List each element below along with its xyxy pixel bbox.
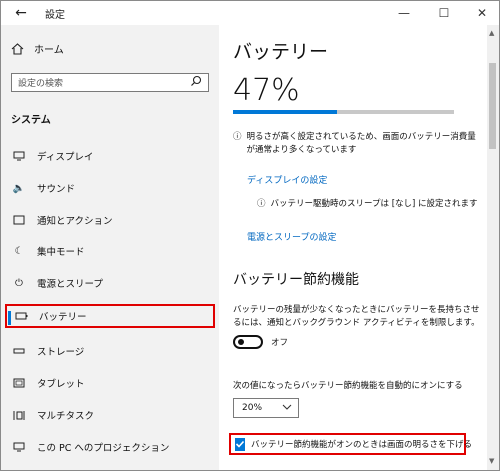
chevron-down-icon xyxy=(282,404,292,410)
sidebar-item-label: 通知とアクション xyxy=(37,216,113,227)
sidebar: ホーム 設定の検索 システム ディスプレイ 🔈 サウンド 通知とアクション ☾ … xyxy=(1,25,219,470)
auto-on-threshold-select[interactable]: 20% xyxy=(233,398,299,418)
selection-indicator xyxy=(8,311,11,325)
speaker-icon: 🔈 xyxy=(12,182,26,194)
sidebar-item-focus[interactable]: ☾ 集中モード xyxy=(5,238,215,264)
sidebar-item-sound[interactable]: 🔈 サウンド xyxy=(5,175,215,201)
home-nav[interactable]: ホーム xyxy=(11,41,64,56)
title-bar: ← 設定 — ☐ ✕ xyxy=(1,1,499,25)
battery-progress-bar xyxy=(233,110,454,114)
sidebar-item-label: バッテリー xyxy=(39,312,87,323)
sidebar-item-label: この PC へのプロジェクション xyxy=(37,443,170,454)
sidebar-item-projection[interactable]: この PC へのプロジェクション xyxy=(5,434,215,460)
battery-saver-description: バッテリーの残量が少なくなったときにバッテリーを長持ちさせるには、通知とバックグ… xyxy=(233,305,480,328)
notification-icon xyxy=(11,212,27,228)
moon-icon: ☾ xyxy=(14,245,24,257)
sleep-info-text: バッテリー駆動時のスリープは [なし] に設定されます xyxy=(270,199,478,209)
power-sleep-settings-link[interactable]: 電源とスリープの設定 xyxy=(247,230,336,243)
sidebar-item-label: ディスプレイ xyxy=(37,152,94,163)
lower-brightness-checkbox[interactable] xyxy=(235,437,245,451)
display-icon xyxy=(11,148,27,164)
info-icon: ⓘ xyxy=(257,199,266,209)
scrollbar-thumb[interactable] xyxy=(489,63,496,149)
close-icon[interactable]: ✕ xyxy=(467,3,497,23)
lower-brightness-option[interactable]: バッテリー節約機能がオンのときは画面の明るさを下げる xyxy=(229,433,472,455)
settings-window: ← 設定 — ☐ ✕ ホーム 設定の検索 システム ディスプレイ 🔈 サウンド … xyxy=(0,0,500,471)
sidebar-item-label: 電源とスリープ xyxy=(37,279,103,290)
window-title: 設定 xyxy=(45,10,65,21)
toggle-state-label: オフ xyxy=(271,338,289,348)
checkmark-icon xyxy=(235,440,245,448)
tablet-icon xyxy=(11,375,27,391)
lower-brightness-label: バッテリー節約機能がオンのときは画面の明るさを下げる xyxy=(251,440,473,450)
section-label-system: システム xyxy=(11,115,51,126)
home-icon xyxy=(11,42,24,55)
sidebar-item-tablet[interactable]: タブレット xyxy=(5,370,215,396)
sidebar-item-display[interactable]: ディスプレイ xyxy=(5,143,215,169)
sidebar-item-multitask[interactable]: マルチタスク xyxy=(5,402,215,428)
sidebar-item-label: 集中モード xyxy=(37,247,85,258)
projection-icon xyxy=(11,439,27,455)
minimize-icon[interactable]: — xyxy=(389,3,419,23)
search-icon xyxy=(191,75,202,86)
maximize-icon[interactable]: ☐ xyxy=(429,3,459,23)
brightness-warning-text: 明るさが高く設定されているため、画面のバッテリー消費量が通常より多くなっています xyxy=(246,132,476,155)
sidebar-item-notifications[interactable]: 通知とアクション xyxy=(5,207,215,233)
display-settings-link[interactable]: ディスプレイの設定 xyxy=(247,173,327,186)
search-input[interactable]: 設定の検索 xyxy=(11,73,209,92)
back-arrow-icon[interactable]: ← xyxy=(9,3,33,23)
multitask-icon xyxy=(11,407,27,423)
toggle-knob xyxy=(238,339,244,345)
home-label: ホーム xyxy=(34,45,64,56)
sidebar-item-battery[interactable]: バッテリー xyxy=(5,304,215,328)
battery-progress-fill xyxy=(233,110,337,114)
battery-icon xyxy=(13,308,29,324)
auto-on-label: 次の値になったらバッテリー節約機能を自動的にオンにする xyxy=(233,381,463,391)
scrollbar[interactable]: ▲ ▼ xyxy=(487,25,499,470)
sidebar-item-label: ストレージ xyxy=(37,347,85,358)
sleep-info: ⓘ バッテリー駆動時のスリープは [なし] に設定されます xyxy=(257,197,478,209)
sidebar-item-storage[interactable]: ストレージ xyxy=(5,338,215,364)
sidebar-item-label: マルチタスク xyxy=(37,411,95,422)
sidebar-item-power[interactable]: ⏻ 電源とスリープ xyxy=(5,270,215,296)
battery-saver-heading: バッテリー節約機能 xyxy=(233,272,359,288)
battery-percent: 47% xyxy=(233,73,300,108)
info-icon: ⓘ xyxy=(233,132,242,142)
storage-icon xyxy=(11,343,27,359)
main-content: バッテリー 47% ⓘ 明るさが高く設定されているため、画面のバッテリー消費量が… xyxy=(219,25,487,470)
scroll-down-icon[interactable]: ▼ xyxy=(489,457,494,465)
sidebar-item-label: サウンド xyxy=(37,184,76,195)
auto-on-threshold-value: 20% xyxy=(242,403,263,413)
sidebar-item-label: タブレット xyxy=(37,379,85,390)
scroll-up-icon[interactable]: ▲ xyxy=(489,29,494,37)
page-title: バッテリー xyxy=(233,41,329,63)
brightness-warning: ⓘ 明るさが高く設定されているため、画面のバッテリー消費量が通常より多くなってい… xyxy=(233,131,478,157)
search-placeholder: 設定の検索 xyxy=(18,79,64,89)
power-icon: ⏻ xyxy=(15,277,23,289)
battery-saver-toggle[interactable] xyxy=(233,335,263,349)
